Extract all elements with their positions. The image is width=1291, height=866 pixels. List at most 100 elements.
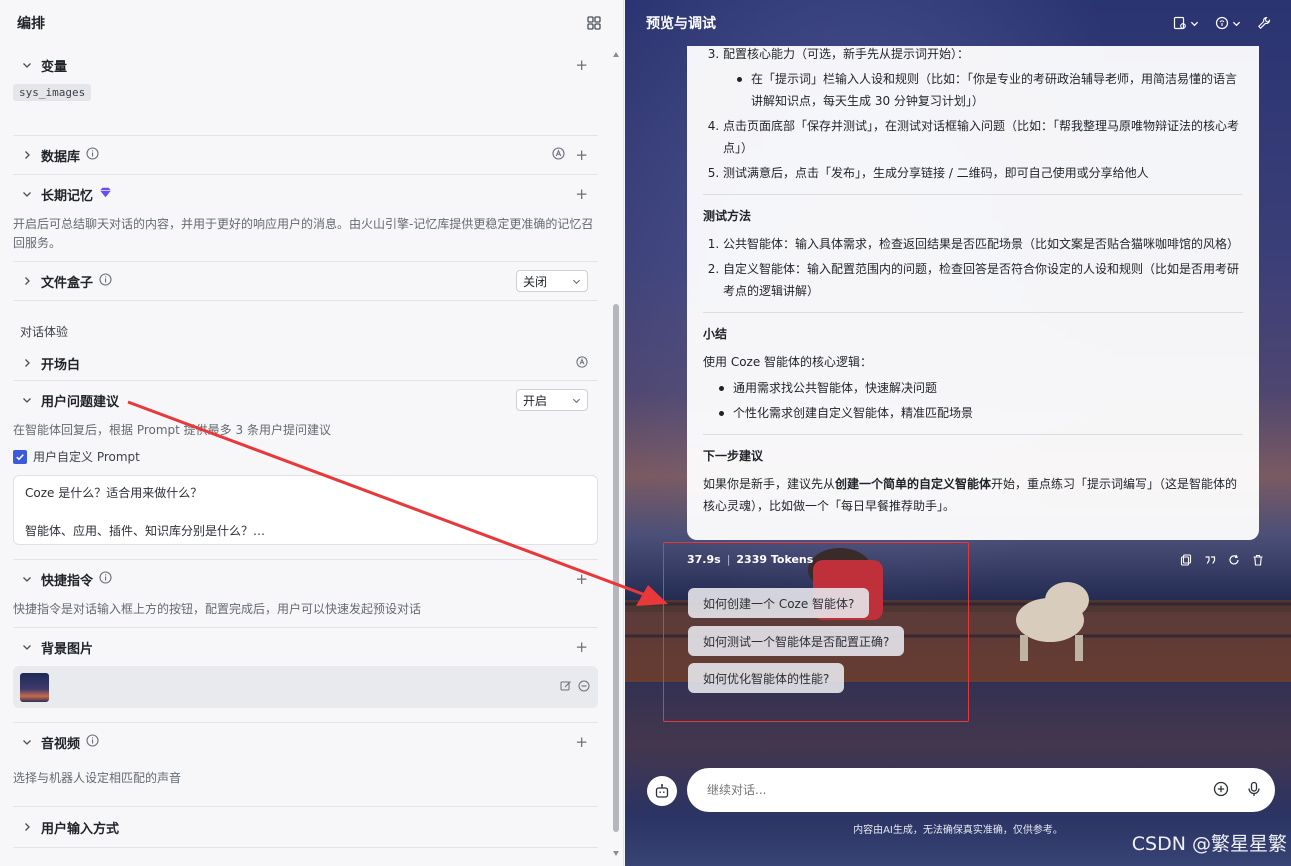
- group-label: 对话体验: [20, 325, 69, 339]
- preview-panel: 预览与调试 配置核心能力（可选，新手先从提示词开始）： 在「提示词」栏输入人设和…: [625, 0, 1291, 866]
- message-heading: 测试方法: [703, 209, 752, 223]
- custom-prompt-textarea[interactable]: Coze 是什么？适合用来做什么？ 智能体、应用、插件、知识库分别是什么？…: [13, 475, 598, 545]
- bot-shortcut-button[interactable]: [647, 776, 677, 806]
- background-thumbnail[interactable]: [20, 672, 49, 702]
- variable-chip[interactable]: sys_images: [13, 84, 92, 101]
- section-label[interactable]: 文件盒子: [41, 272, 93, 291]
- info-icon[interactable]: [99, 571, 112, 587]
- section-label[interactable]: 用户输入方式: [41, 818, 119, 837]
- text-run: 如果你是新手，建议先从: [703, 477, 836, 491]
- copy-icon[interactable]: [1180, 554, 1192, 569]
- chevron-down-icon[interactable]: [17, 569, 37, 589]
- layout-grid-icon[interactable]: [587, 16, 601, 30]
- chevron-down-icon[interactable]: [17, 184, 37, 204]
- chevron-down-icon: [1190, 21, 1199, 26]
- bot-icon: [655, 784, 669, 798]
- section-input-mode: 用户输入方式: [13, 807, 598, 848]
- section-label[interactable]: 用户问题建议: [41, 391, 119, 410]
- section-label[interactable]: 开场白: [41, 354, 80, 373]
- preview-header: 预览与调试: [625, 0, 1291, 46]
- section-description: 选择与机器人设定相匹配的声音: [13, 771, 182, 785]
- section-opening: 开场白: [13, 346, 598, 381]
- list-item: 自定义智能体：输入配置范围内的问题，检查回答是否符合你设定的人设和规则（比如是否…: [723, 258, 1243, 302]
- add-icon[interactable]: +: [575, 186, 588, 202]
- watermark: CSDN @繁星星繁: [1131, 833, 1287, 855]
- section-label[interactable]: 数据库: [41, 146, 80, 165]
- brain-icon: [1215, 16, 1229, 30]
- list-item: 测试满意后，点击「发布」，生成分享链接 / 二维码，即可自己使用或分享给他人: [723, 162, 1243, 184]
- section-label[interactable]: 变量: [41, 56, 67, 75]
- section-label[interactable]: 音视频: [41, 733, 80, 752]
- checkbox-label: 用户自定义 Prompt: [33, 450, 140, 464]
- suggestions-select[interactable]: 开启: [516, 389, 588, 411]
- auto-mode-icon[interactable]: [552, 147, 565, 163]
- trash-icon[interactable]: [1252, 554, 1264, 569]
- scroll-down-arrow[interactable]: [613, 851, 619, 856]
- select-value: 开启: [523, 393, 548, 408]
- add-icon[interactable]: +: [575, 639, 588, 655]
- background-image-item: [13, 666, 598, 708]
- divider: [703, 194, 1243, 195]
- divider: [703, 434, 1243, 435]
- add-icon[interactable]: +: [575, 571, 588, 587]
- chevron-down-icon[interactable]: [17, 390, 37, 410]
- microphone-icon[interactable]: [1247, 781, 1261, 800]
- suggestion-chip[interactable]: 如何优化智能体的性能?: [688, 663, 845, 693]
- scroll-up-arrow[interactable]: [613, 52, 619, 57]
- chevron-down-icon[interactable]: [17, 637, 37, 657]
- list-item: 在「提示词」栏输入人设和规则（比如：「你是专业的考研政治辅导老师，用简洁易懂的语…: [737, 68, 1243, 112]
- chevron-down-icon[interactable]: [17, 732, 37, 752]
- message-heading: 小结: [703, 327, 728, 341]
- model-menu-button[interactable]: [1215, 16, 1241, 30]
- suggestion-chip[interactable]: 如何创建一个 Coze 智能体?: [688, 588, 870, 618]
- suggestion-chip[interactable]: 如何测试一个智能体是否配置正确?: [688, 626, 905, 656]
- chevron-down-icon[interactable]: [17, 55, 37, 75]
- add-attachment-icon[interactable]: [1213, 781, 1229, 800]
- meta-separator: |: [726, 553, 731, 566]
- list-item: 公共智能体：输入具体需求，检查返回结果是否匹配场景（比如文案是否贴合猫咪咖啡馆的…: [723, 233, 1243, 255]
- section-label[interactable]: 长期记忆: [41, 185, 93, 204]
- chevron-down-icon: [1232, 21, 1241, 26]
- section-audio-video: 音视频 + 选择与机器人设定相匹配的声音: [13, 723, 598, 807]
- quote-icon[interactable]: [1204, 554, 1216, 569]
- info-icon[interactable]: [86, 147, 99, 163]
- bold-text: 创建一个简单的自定义智能体: [835, 477, 992, 491]
- add-icon[interactable]: +: [575, 734, 588, 750]
- edit-icon[interactable]: [560, 680, 572, 695]
- section-database: 数据库 +: [13, 136, 598, 175]
- panel-title: 编排: [17, 16, 45, 32]
- section-label[interactable]: 背景图片: [41, 638, 93, 657]
- custom-prompt-checkbox-row[interactable]: 用户自定义 Prompt: [13, 440, 598, 475]
- section-description: 快捷指令是对话输入框上方的按钮，配置完成后，用户可以快速发起预设对话: [13, 602, 422, 616]
- checkbox-checked[interactable]: [13, 449, 27, 464]
- chevron-right-icon[interactable]: [17, 145, 37, 165]
- section-label[interactable]: 快捷指令: [41, 570, 93, 589]
- chat-input-bar: [687, 768, 1275, 812]
- section-description: 在智能体回复后，根据 Prompt 提供最多 3 条用户提问建议: [13, 423, 331, 437]
- section-background-image: 背景图片 +: [13, 628, 598, 723]
- add-icon[interactable]: +: [575, 147, 588, 163]
- file-box-select[interactable]: 关闭: [516, 270, 588, 292]
- section-question-suggestions: 用户问题建议 开启 在智能体回复后，根据 Prompt 提供最多 3 条用户提问…: [13, 381, 598, 560]
- add-icon[interactable]: +: [575, 57, 588, 73]
- left-header: 编排: [0, 0, 623, 46]
- chevron-down-icon: [572, 279, 581, 284]
- chevron-down-icon: [572, 398, 581, 403]
- remove-icon[interactable]: [578, 680, 590, 695]
- chat-input[interactable]: [707, 783, 1213, 797]
- wrench-icon[interactable]: [1257, 16, 1271, 30]
- section-variables: 变量 + sys_images: [13, 46, 598, 136]
- chevron-right-icon[interactable]: [17, 271, 37, 291]
- auto-mode-icon[interactable]: [576, 355, 588, 371]
- chevron-right-icon[interactable]: [17, 817, 37, 837]
- premium-diamond-icon: [99, 187, 112, 201]
- response-time: 37.9s: [687, 553, 721, 566]
- select-value: 关闭: [523, 274, 548, 289]
- info-icon[interactable]: [99, 273, 112, 289]
- info-icon[interactable]: [86, 734, 99, 750]
- chevron-right-icon[interactable]: [17, 353, 37, 373]
- refresh-icon[interactable]: [1228, 554, 1240, 569]
- left-scrollbar[interactable]: [612, 46, 620, 856]
- debug-menu-button[interactable]: [1173, 16, 1199, 30]
- scroll-thumb[interactable]: [613, 304, 619, 832]
